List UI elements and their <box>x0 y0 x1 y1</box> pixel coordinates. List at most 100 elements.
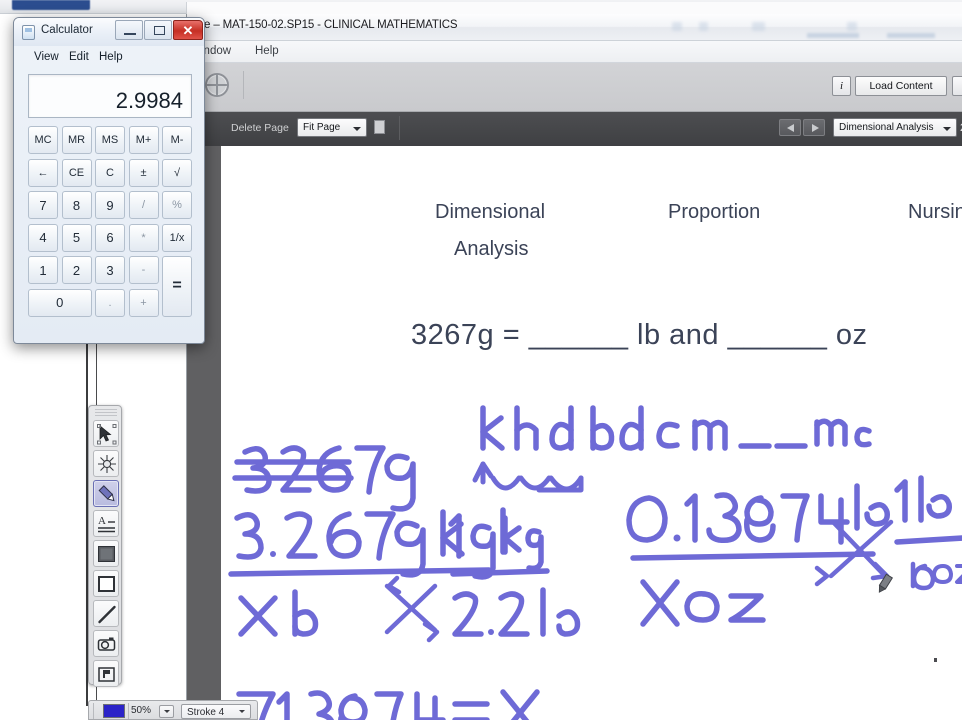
maximize-icon <box>154 26 165 35</box>
calc-key-CE[interactable]: CE <box>61 158 92 187</box>
screen-root: te – MAT-150-02.SP15 - CLINICAL MATHEMAT… <box>0 0 962 720</box>
toolbar-edge-button[interactable] <box>952 76 962 96</box>
chevron-right-icon <box>812 124 819 132</box>
column-header-dimensional-1: Dimensional <box>435 201 546 223</box>
close-icon: ✕ <box>182 23 194 38</box>
next-page-button[interactable] <box>803 119 825 136</box>
page-toolbar-divider <box>399 116 400 140</box>
calculator-window-title: Calculator <box>41 24 93 36</box>
status-divider <box>93 703 94 719</box>
calc-key-plus[interactable]: + <box>128 288 159 317</box>
calc-key-4[interactable]: 4 <box>28 223 58 252</box>
calc-key-MR[interactable]: MR <box>61 126 92 154</box>
calc-key-Mminus[interactable]: M- <box>162 126 192 154</box>
application-window: te – MAT-150-02.SP15 - CLINICAL MATHEMAT… <box>186 14 962 720</box>
calc-key-MC[interactable]: MC <box>28 126 58 154</box>
tool-palette: A <box>88 405 122 687</box>
info-icon[interactable]: i <box>832 76 851 96</box>
select-arrow-icon <box>97 424 117 445</box>
main-toolbar: i Load Content <box>187 63 962 112</box>
calc-key-3[interactable]: 3 <box>95 256 125 284</box>
tool-laser[interactable] <box>93 450 119 477</box>
pen-cursor-icon <box>878 573 894 593</box>
calc-key-0[interactable]: 0 <box>28 288 92 317</box>
globe-icon[interactable] <box>201 69 233 101</box>
calc-key-C[interactable]: C <box>95 158 125 187</box>
tool-text[interactable]: A <box>93 510 119 537</box>
calc-key-8[interactable]: 8 <box>61 191 92 219</box>
calculator-window[interactable]: Calculator ✕ View Edit Help 2.9984 MC MR M… <box>13 17 205 344</box>
load-content-button[interactable]: Load Content <box>855 76 947 96</box>
section-select-value: Dimensional Analysis <box>839 122 934 133</box>
menu-item-help[interactable]: Help <box>255 45 279 57</box>
page-thumbnail-button[interactable] <box>369 117 391 138</box>
canvas-artifact <box>934 658 937 662</box>
ink-color-swatch[interactable] <box>103 704 125 718</box>
desktop-background-strip <box>0 0 962 14</box>
column-header-proportion: Proportion <box>668 201 761 223</box>
calc-key-sign[interactable]: ± <box>128 158 159 187</box>
tool-pen[interactable] <box>93 480 119 507</box>
maximize-button[interactable] <box>144 20 172 40</box>
calc-key-7[interactable]: 7 <box>28 191 58 219</box>
calc-menu-help[interactable]: Help <box>99 51 123 63</box>
tool-shape[interactable] <box>93 570 119 597</box>
rectangle-icon <box>98 576 115 592</box>
previous-page-button[interactable] <box>779 119 801 136</box>
fit-page-value: Fit Page <box>303 122 341 133</box>
titlebar-decoration <box>847 22 857 31</box>
calc-key-6[interactable]: 6 <box>95 223 125 252</box>
fit-page-select[interactable]: Fit Page <box>297 118 367 137</box>
titlebar-decoration <box>807 33 859 38</box>
menu-item-window[interactable]: indow <box>201 45 231 57</box>
tool-line[interactable] <box>93 600 119 627</box>
camera-icon <box>97 637 116 651</box>
section-select[interactable]: Dimensional Analysis <box>833 118 957 137</box>
tool-flag[interactable] <box>93 660 119 687</box>
stroke-select[interactable]: Stroke 4 <box>181 704 251 719</box>
calc-key-sqrt[interactable]: √ <box>162 158 192 187</box>
minimize-button[interactable] <box>115 20 143 40</box>
calculator-keypad: MC MR MS M+ M- ← CE C ± √ 7 8 9/% 4 5 6 * 1/x 1 2 3- = 0. + <box>28 126 192 326</box>
calc-menu-edit[interactable]: Edit <box>69 51 89 63</box>
calc-key-multiply[interactable]: * <box>128 223 159 252</box>
sparkle-icon <box>98 455 116 473</box>
line-icon <box>98 605 116 624</box>
close-button[interactable]: ✕ <box>173 20 203 40</box>
calc-key-1dividex[interactable]: 1/x <box>162 223 192 252</box>
status-divider <box>128 703 129 719</box>
palette-drag-handle[interactable] <box>95 409 117 416</box>
stroke-select-value: Stroke 4 <box>187 707 225 718</box>
opacity-value: 50% <box>131 705 152 716</box>
tool-select[interactable] <box>93 420 119 447</box>
problem-statement: 3267g = ______ lb and ______ oz <box>411 319 868 351</box>
calc-key-backspace[interactable]: ← <box>28 158 58 187</box>
calc-key-%[interactable]: % <box>162 191 192 219</box>
column-header-nursing-formula: Nursing Formula <box>908 201 962 223</box>
handwriting-ink-layer <box>228 405 962 720</box>
toolbar-divider <box>243 71 244 99</box>
chevron-down-icon <box>943 127 951 131</box>
calc-key-divide[interactable]: / <box>128 191 159 219</box>
pencil-icon <box>98 485 115 502</box>
tool-camera[interactable] <box>93 630 119 657</box>
calc-key-1[interactable]: 1 <box>28 256 58 284</box>
calc-key-Mplus[interactable]: M+ <box>128 126 159 154</box>
chevron-down-icon <box>239 710 245 713</box>
calculator-title-bar[interactable]: Calculator ✕ <box>14 18 204 46</box>
calc-menu-view[interactable]: View <box>34 51 59 63</box>
calc-key-5[interactable]: 5 <box>61 223 92 252</box>
whiteboard-canvas[interactable]: Dimensional Analysis Proportion Nursing … <box>221 146 962 720</box>
calc-key-minus[interactable]: - <box>128 256 159 284</box>
tool-fill[interactable] <box>93 540 119 567</box>
calc-key-equals[interactable]: = <box>162 256 192 317</box>
calculator-app-icon <box>22 25 35 40</box>
flag-icon <box>98 667 115 682</box>
opacity-dropdown[interactable] <box>159 705 174 718</box>
calc-key-decimal[interactable]: . <box>95 288 125 317</box>
minimize-icon <box>124 33 136 35</box>
delete-page-button[interactable]: Delete Page <box>231 122 289 134</box>
calc-key-9[interactable]: 9 <box>95 191 125 219</box>
calc-key-MS[interactable]: MS <box>95 126 125 154</box>
calc-key-2[interactable]: 2 <box>61 256 92 284</box>
